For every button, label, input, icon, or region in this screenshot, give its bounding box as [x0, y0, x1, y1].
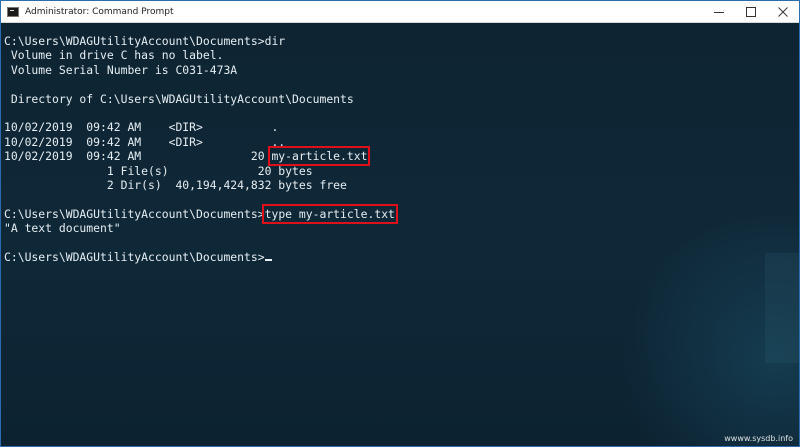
console-line: 10/02/2019 09:42 AM 20	[4, 149, 272, 164]
minimize-button[interactable]	[703, 1, 735, 22]
window-title: Administrator: Command Prompt	[25, 6, 174, 17]
maximize-icon	[746, 6, 756, 17]
scrollbar-area[interactable]	[765, 253, 799, 363]
console-line: 10/02/2019 09:42 AM <DIR> ..	[4, 134, 286, 149]
window-controls	[703, 1, 799, 22]
console-line: Volume Serial Number is C031-473A	[4, 62, 238, 77]
console-output: C:\Users\WDAGUtilityAccount\Documents>di…	[4, 34, 398, 265]
console-line: C:\Users\WDAGUtilityAccount\Documents>	[4, 250, 265, 265]
console-line: C:\Users\WDAGUtilityAccount\Documents>	[4, 206, 265, 221]
close-button[interactable]	[767, 1, 799, 22]
highlighted-command: type my-article.txt	[261, 203, 398, 224]
command-prompt-window: Administrator: Command Prompt C:\Users\W…	[0, 0, 800, 447]
console-line: 10/02/2019 09:42 AM <DIR> .	[4, 120, 279, 135]
highlighted-filename: my-article.txt	[268, 146, 371, 167]
close-icon	[778, 6, 788, 17]
console-line: "A text document"	[4, 221, 121, 236]
title-bar[interactable]: Administrator: Command Prompt	[1, 1, 799, 23]
minimize-icon	[714, 11, 724, 13]
console-area[interactable]: C:\Users\WDAGUtilityAccount\Documents>di…	[1, 23, 799, 446]
console-line: 1 File(s) 20 bytes	[4, 163, 313, 178]
console-line: 2 Dir(s) 40,194,424,832 bytes free	[4, 178, 347, 193]
text-cursor	[264, 259, 272, 262]
console-line: C:\Users\WDAGUtilityAccount\Documents>di…	[4, 34, 286, 48]
maximize-button[interactable]	[735, 1, 767, 22]
cmd-icon	[7, 6, 19, 17]
console-line: Volume in drive C has no label.	[4, 48, 224, 63]
console-line: Directory of C:\Users\WDAGUtilityAccount…	[4, 91, 354, 106]
watermark: wwww.sysdb.info	[724, 434, 793, 443]
